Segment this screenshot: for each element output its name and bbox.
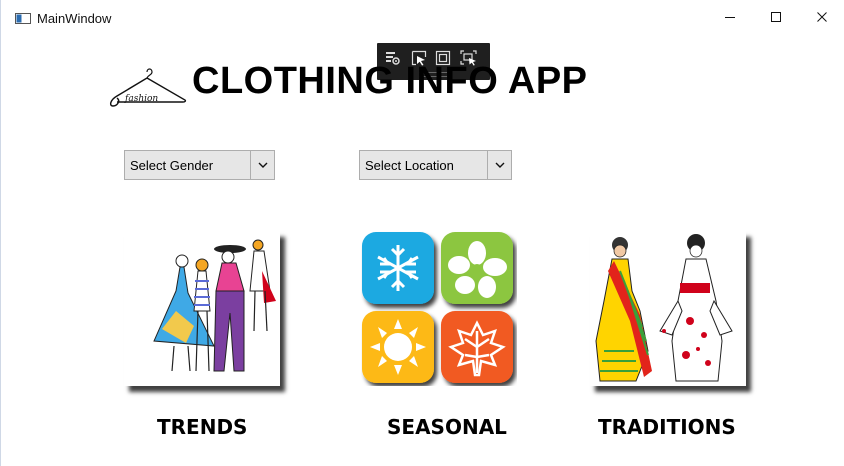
four-seasons-icons-image bbox=[362, 232, 513, 383]
fashion-models-sketch-image bbox=[153, 239, 276, 372]
chevron-down-icon bbox=[258, 162, 268, 168]
gender-select-value: Select Gender bbox=[130, 158, 214, 173]
maximize-button[interactable] bbox=[753, 0, 799, 34]
traditions-tile[interactable] bbox=[590, 231, 746, 386]
close-button[interactable] bbox=[799, 0, 844, 34]
minimize-button[interactable] bbox=[707, 0, 753, 34]
chevron-down-icon bbox=[495, 162, 505, 168]
window-title: MainWindow bbox=[37, 11, 112, 26]
seasonal-tile[interactable] bbox=[361, 231, 517, 386]
main-window: MainWindow fashion CLOTHING INFO APP Sel… bbox=[0, 0, 844, 466]
location-dropdown-toggle[interactable] bbox=[487, 151, 512, 179]
sun-icon bbox=[370, 319, 426, 375]
traditional-dress-figures-image bbox=[595, 234, 733, 382]
app-title: CLOTHING INFO APP bbox=[192, 60, 588, 102]
gender-dropdown-toggle[interactable] bbox=[250, 151, 275, 179]
minimize-icon bbox=[725, 17, 735, 18]
window-app-icon bbox=[15, 13, 31, 24]
maximize-icon bbox=[771, 12, 781, 22]
trends-label[interactable]: TRENDS bbox=[157, 415, 247, 439]
location-select[interactable]: Select Location bbox=[359, 150, 512, 180]
seasonal-label[interactable]: SEASONAL bbox=[387, 415, 507, 439]
title-bar[interactable]: MainWindow bbox=[1, 0, 844, 34]
location-select-value: Select Location bbox=[365, 158, 454, 173]
traditions-label[interactable]: TRADITIONS bbox=[598, 415, 736, 439]
trends-tile[interactable] bbox=[124, 231, 280, 386]
gender-select[interactable]: Select Gender bbox=[124, 150, 275, 180]
logo-text: fashion bbox=[124, 94, 158, 104]
fashion-hanger-logo: fashion bbox=[109, 68, 187, 107]
close-icon bbox=[817, 12, 827, 22]
